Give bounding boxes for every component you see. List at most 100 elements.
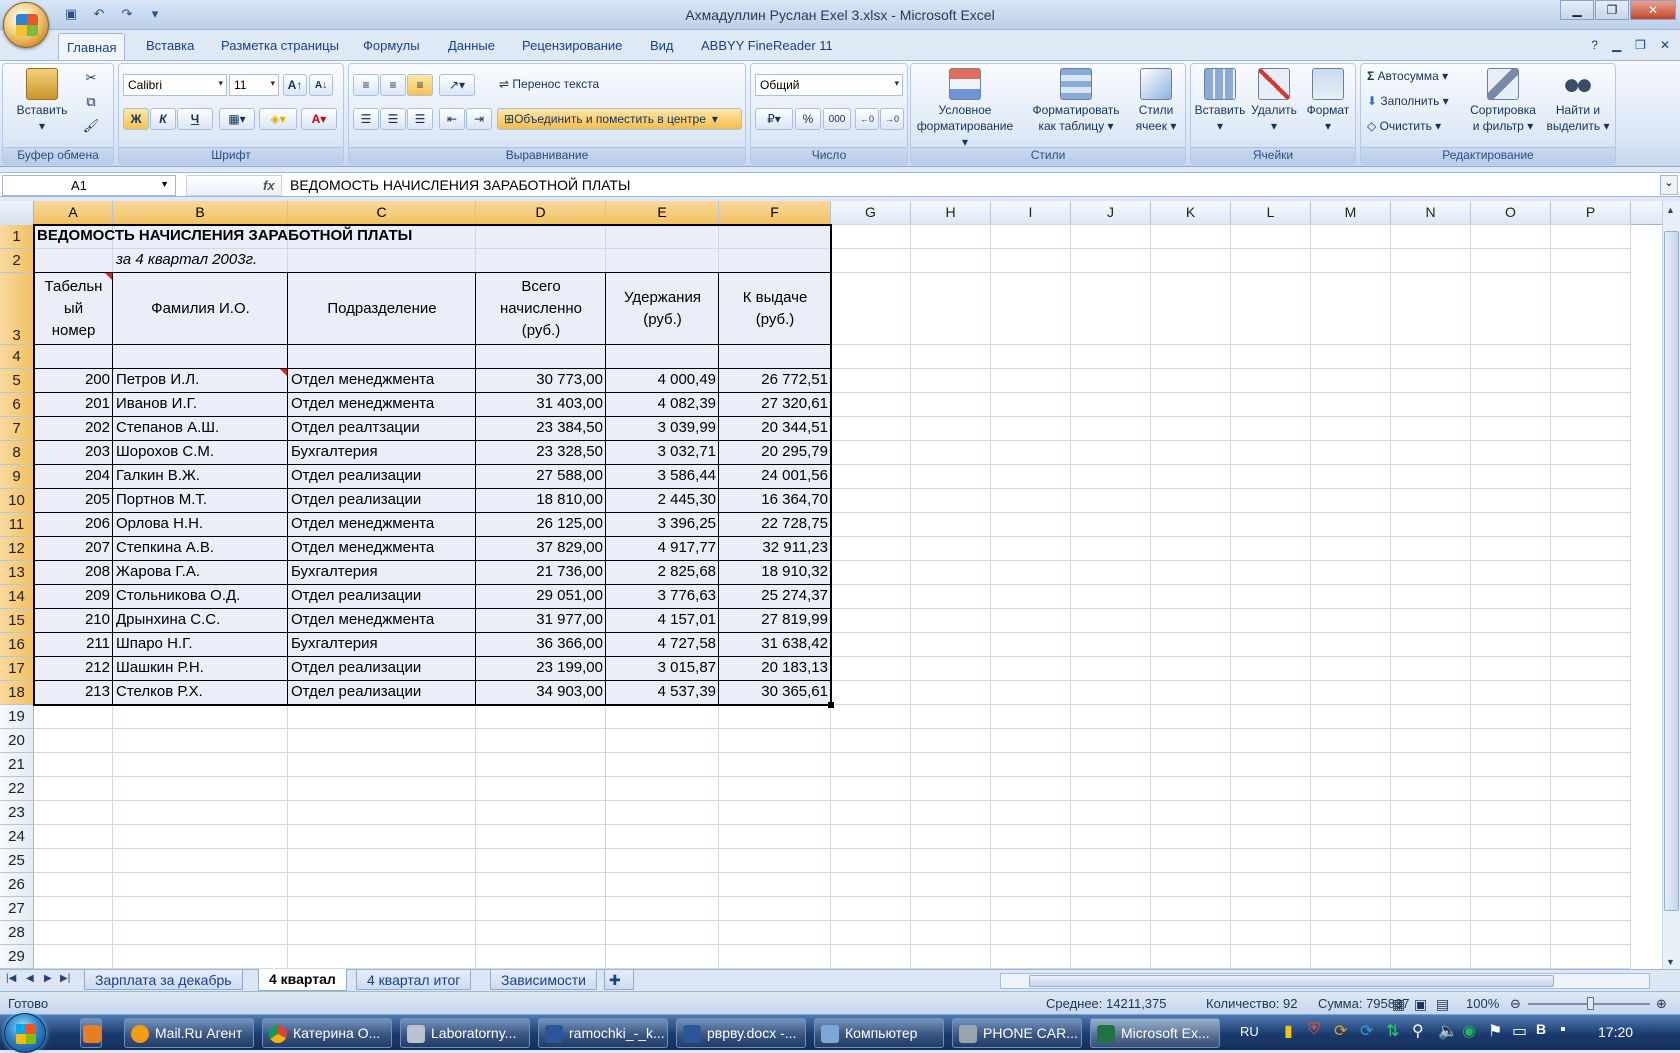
tab-home[interactable]: Главная [58, 33, 126, 61]
column-header-o[interactable]: O [1471, 201, 1551, 225]
row-header-4[interactable]: 4 [0, 345, 34, 369]
format-painter-icon[interactable]: 🖌 [81, 118, 101, 134]
office-button[interactable] [3, 2, 49, 48]
decrease-indent-icon[interactable]: ⇤ [439, 108, 465, 130]
autosum-button[interactable]: Σ Автосумма ▾ [1367, 68, 1467, 84]
row-header-19[interactable]: 19 [0, 705, 34, 729]
row-header-8[interactable]: 8 [0, 441, 34, 465]
row-header-27[interactable]: 27 [0, 897, 34, 921]
insert-cells-button[interactable]: Вставить ▾ [1193, 68, 1247, 134]
decrease-decimal-icon[interactable]: →0 [880, 108, 904, 130]
column-header-e[interactable]: E [606, 201, 719, 225]
taskbar-item-laboratory[interactable]: Laboratorny... [400, 1018, 530, 1048]
last-sheet-icon[interactable]: ▶| [60, 973, 70, 984]
format-cells-button[interactable]: Формат ▾ [1301, 68, 1355, 134]
underline-button[interactable]: Ч [177, 108, 213, 130]
font-size-combo[interactable]: 11 [229, 74, 279, 96]
increase-decimal-icon[interactable]: ←0 [855, 108, 879, 130]
row-header-13[interactable]: 13 [0, 561, 34, 585]
row-header-20[interactable]: 20 [0, 729, 34, 753]
row-header-3[interactable]: 3 [0, 273, 34, 345]
prev-sheet-icon[interactable]: ◀ [26, 973, 34, 984]
tab-abbyy[interactable]: ABBYY FineReader 11 [693, 36, 841, 55]
row-header-12[interactable]: 12 [0, 537, 34, 561]
row-header-9[interactable]: 9 [0, 465, 34, 489]
tab-page-layout[interactable]: Разметка страницы [213, 36, 347, 55]
column-header-b[interactable]: B [113, 201, 288, 225]
horizontal-scrollbar[interactable] [1000, 973, 1650, 989]
cut-icon[interactable]: ✂ [81, 70, 101, 86]
ribbon-minimize-icon[interactable]: ▁ [1612, 38, 1621, 52]
next-sheet-icon[interactable]: ▶ [44, 973, 52, 984]
thousands-button[interactable]: 000 [823, 108, 851, 130]
column-header-j[interactable]: J [1071, 201, 1151, 225]
ribbon-close-icon[interactable]: ✕ [1660, 38, 1670, 52]
sheet-tab-q4-total[interactable]: 4 квартал итог [356, 970, 472, 990]
column-header-f[interactable]: F [719, 201, 831, 225]
row-header-24[interactable]: 24 [0, 825, 34, 849]
tray-usb-icon[interactable]: ⚲ [1412, 1021, 1424, 1041]
tab-data[interactable]: Данные [440, 36, 503, 55]
column-header-l[interactable]: L [1231, 201, 1311, 225]
column-header-m[interactable]: M [1311, 201, 1391, 225]
percent-button[interactable]: % [795, 108, 821, 130]
orientation-icon[interactable]: ↗▾ [439, 74, 475, 96]
ribbon-restore-icon[interactable]: ❐ [1635, 38, 1646, 52]
tab-formulas[interactable]: Формулы [355, 36, 428, 55]
zoom-in-icon[interactable]: ⊕ [1656, 996, 1667, 1012]
taskbar-item-mailru[interactable]: Mail.Ru Агент [124, 1018, 254, 1048]
column-header-h[interactable]: H [911, 201, 991, 225]
column-header-c[interactable]: C [288, 201, 476, 225]
number-format-combo[interactable]: Общий [755, 74, 903, 96]
horizontal-scroll-thumb[interactable] [1029, 975, 1554, 987]
vertical-scrollbar[interactable]: ▲ ▼ [1662, 201, 1680, 971]
align-middle-icon[interactable]: ≡ [380, 74, 406, 96]
zoom-out-icon[interactable]: ⊖ [1510, 996, 1521, 1012]
start-button[interactable] [4, 1013, 46, 1053]
paste-button[interactable]: Вставить ▾ [11, 68, 73, 134]
page-break-view-icon[interactable]: ▤ [1436, 996, 1449, 1013]
currency-icon[interactable]: ₽▾ [755, 108, 793, 130]
taskbar-item-ramochki[interactable]: ramochki_-_k... [538, 1018, 668, 1048]
maximize-button[interactable]: ❐ [1595, 0, 1629, 20]
antivirus-icon[interactable]: ⛨ [1308, 1021, 1320, 1039]
scroll-down-icon[interactable]: ▼ [1666, 957, 1675, 967]
normal-view-icon[interactable]: ▦ [1392, 996, 1405, 1013]
italic-button[interactable]: К [150, 108, 176, 130]
sort-filter-button[interactable]: Сортировка и фильтр ▾ [1465, 68, 1541, 134]
name-box[interactable]: A1 [2, 175, 176, 196]
media-player-icon[interactable] [80, 1018, 102, 1048]
worksheet-grid[interactable]: ABCDEFGHIJKLMNOP 1 2 3 4 5 6 7 8 9 10 11 12 13 14 15 16… [0, 201, 1662, 971]
tray-flag-icon[interactable]: ⚑ [1488, 1021, 1502, 1041]
tray-app-icon[interactable]: ▮ [1284, 1021, 1293, 1041]
zoom-level[interactable]: 100% [1466, 996, 1499, 1011]
align-center-icon[interactable]: ☰ [380, 108, 406, 130]
zoom-slider-thumb[interactable] [1587, 997, 1594, 1010]
taskbar-item-excel[interactable]: Microsoft Ex... [1090, 1018, 1220, 1048]
column-header-a[interactable]: A [34, 201, 113, 225]
row-header-1[interactable]: 1 [0, 225, 34, 249]
column-header-p[interactable]: P [1551, 201, 1631, 225]
vertical-scroll-thumb[interactable] [1664, 231, 1679, 911]
align-left-icon[interactable]: ☰ [353, 108, 379, 130]
insert-function-icon[interactable]: fx [186, 175, 282, 196]
conditional-format-button[interactable]: Условное форматирование ▾ [915, 68, 1015, 150]
close-button[interactable]: ✕ [1630, 0, 1676, 20]
tray-sync-icon[interactable]: ⟳ [1360, 1021, 1373, 1041]
row-header-29[interactable]: 29 [0, 945, 34, 969]
align-right-icon[interactable]: ☰ [407, 108, 433, 130]
row-header-7[interactable]: 7 [0, 417, 34, 441]
row-header-28[interactable]: 28 [0, 921, 34, 945]
wrap-text-button[interactable]: ⇌ Перенос текста [499, 76, 619, 92]
tray-battery-icon[interactable]: ▭ [1512, 1021, 1527, 1041]
row-header-17[interactable]: 17 [0, 657, 34, 681]
formula-content[interactable]: ВЕДОМОСТЬ НАЧИСЛЕНИЯ ЗАРАБОТНОЙ ПЛАТЫ [290, 177, 630, 193]
shrink-font-icon[interactable]: A↓ [309, 74, 333, 96]
fill-color-icon[interactable]: ◈▾ [259, 108, 297, 130]
format-as-table-button[interactable]: Форматировать как таблицу ▾ [1027, 68, 1125, 134]
tray-network-icon[interactable]: ⇅ [1386, 1021, 1399, 1041]
sheet-tab-december[interactable]: Зарплата за декабрь [84, 970, 243, 990]
column-header-d[interactable]: D [476, 201, 606, 225]
clear-button[interactable]: ◇ Очистить ▾ [1367, 118, 1467, 134]
scroll-up-icon[interactable]: ▲ [1666, 205, 1675, 215]
